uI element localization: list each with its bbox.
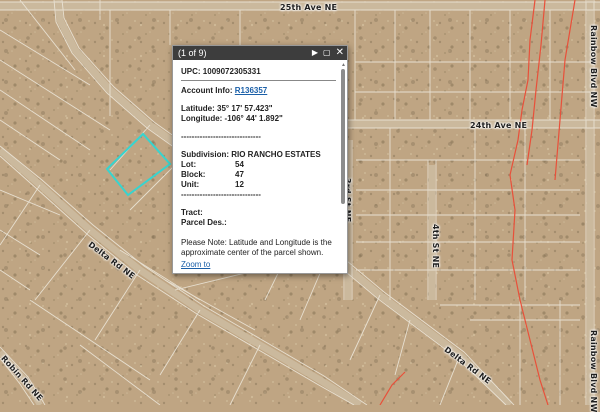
- street-label-4th-st: 4th St NE: [431, 224, 440, 269]
- parcel-info-popup: (1 of 9) ▶ ▢ ✕ UPC: 1009072305331 Accoun…: [172, 45, 348, 274]
- play-next-icon[interactable]: ▶: [312, 46, 318, 60]
- longitude-text: Longitude: -106° 44' 1.892": [181, 114, 283, 123]
- latitude-text: Latitude: 35° 17' 57.423": [181, 104, 273, 113]
- account-row: Account Info: R136357: [181, 86, 333, 96]
- unit-value: 12: [235, 180, 244, 189]
- street-label-rainbow-top: Rainbow Blvd NW: [589, 25, 598, 108]
- upc-value: 1009072305331: [202, 67, 261, 76]
- parcel-des-label: Parcel Des.:: [181, 218, 227, 227]
- lot-value: 54: [235, 160, 244, 169]
- lot-row: Lot: 54: [181, 160, 333, 170]
- unit-row: Unit: 12: [181, 180, 333, 190]
- upc-row: UPC: 1009072305331: [181, 67, 333, 77]
- subdivision-row: Subdivision: RIO RANCHO ESTATES: [181, 150, 333, 160]
- upc-label: UPC:: [181, 67, 201, 76]
- street-label-25th-ave: 25th Ave NE: [280, 3, 338, 12]
- account-link[interactable]: R136357: [235, 86, 267, 95]
- popup-body[interactable]: UPC: 1009072305331 Account Info: R136357…: [173, 61, 347, 273]
- upc-divider: [181, 80, 336, 81]
- lot-label: Lot:: [181, 160, 197, 169]
- block-value: 47: [235, 170, 244, 179]
- street-label-24th-ave: 24th Ave NE: [470, 121, 528, 130]
- close-icon[interactable]: ✕: [336, 46, 344, 60]
- subdivision-value: RIO RANCHO ESTATES: [231, 150, 321, 159]
- street-label-rainbow-bottom: Rainbow Blvd NW: [589, 330, 598, 412]
- account-label: Account Info:: [181, 86, 233, 95]
- zoom-to-link[interactable]: Zoom to: [181, 260, 210, 269]
- popup-title-bar: (1 of 9) ▶ ▢ ✕: [173, 46, 347, 60]
- lat-long-note: Please Note: Latitude and Longitude is t…: [181, 238, 332, 257]
- divider-text: ------------------------------: [181, 132, 261, 141]
- maximize-icon[interactable]: ▢: [323, 46, 331, 60]
- popup-content: UPC: 1009072305331 Account Info: R136357…: [181, 67, 336, 258]
- scroll-up-icon[interactable]: ▲: [341, 62, 346, 68]
- subdivision-label: Subdivision:: [181, 150, 229, 159]
- popup-counter: (1 of 9): [178, 48, 207, 58]
- block-label: Block:: [181, 170, 206, 179]
- block-row: Block: 47: [181, 170, 333, 180]
- popup-scrollbar-thumb[interactable]: [341, 69, 345, 204]
- tract-label: Tract:: [181, 208, 203, 217]
- unit-label: Unit:: [181, 180, 200, 189]
- divider2-text: ------------------------------: [181, 190, 261, 199]
